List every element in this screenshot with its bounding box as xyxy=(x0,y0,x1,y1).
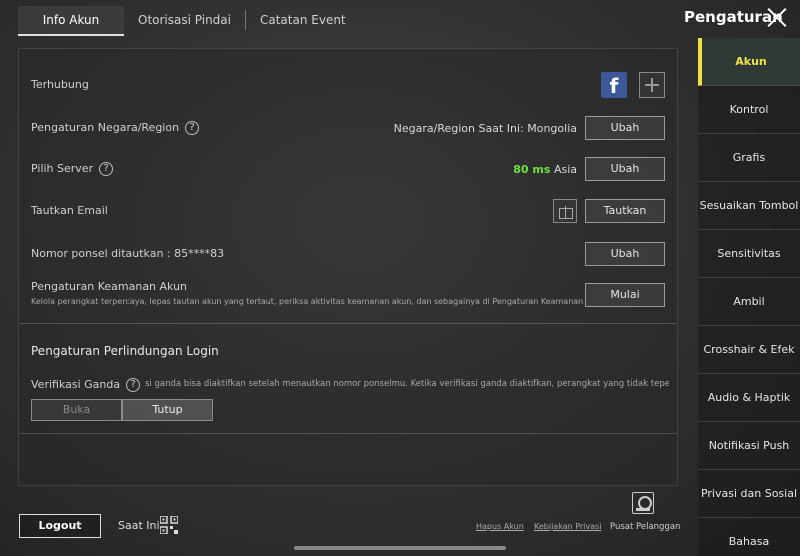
scan-label[interactable]: Saat Ini xyxy=(118,519,160,532)
qr-code-icon[interactable] xyxy=(160,516,178,534)
sidebar-item-sesuaikan-tombol[interactable]: Sesuaikan Tombol xyxy=(698,182,800,230)
close-icon[interactable] xyxy=(766,6,788,28)
tab-info-akun[interactable]: Info Akun xyxy=(18,6,124,36)
sidebar-item-crosshair[interactable]: Crosshair & Efek xyxy=(698,326,800,374)
sidebar-item-ambil[interactable]: Ambil xyxy=(698,278,800,326)
linked-label: Terhubung xyxy=(31,78,89,91)
server-row: Pilih Server? xyxy=(31,162,114,176)
add-link-icon[interactable] xyxy=(639,72,665,98)
security-label: Pengaturan Keamanan Akun xyxy=(31,280,188,293)
toggle-close-button[interactable]: Tutup xyxy=(122,399,213,421)
tab-otorisasi-pindai[interactable]: Otorisasi Pindai xyxy=(124,6,245,36)
security-description: Kelola perangkat terpercaya, lepas tauta… xyxy=(31,297,583,306)
sidebar-item-audio[interactable]: Audio & Haptik xyxy=(698,374,800,422)
support-label[interactable]: Pusat Pelanggan xyxy=(610,522,680,532)
email-label: Tautkan Email xyxy=(31,204,108,217)
tab-catatan-event[interactable]: Catatan Event xyxy=(246,6,360,36)
logout-button[interactable]: Logout xyxy=(19,514,101,538)
sidebar-item-grafis[interactable]: Grafis xyxy=(698,134,800,182)
toggle-open-button[interactable]: Buka xyxy=(31,399,122,421)
verification-label: Verifikasi Ganda xyxy=(31,378,121,391)
help-icon[interactable]: ? xyxy=(126,378,141,392)
delete-account-link[interactable]: Hapus Akun xyxy=(476,522,524,531)
region-change-button[interactable]: Ubah xyxy=(585,116,665,140)
server-name: Asia xyxy=(553,163,577,176)
phone-label: Nomor ponsel ditautkan : 85****83 xyxy=(31,247,225,260)
help-icon[interactable]: ? xyxy=(99,162,114,176)
sidebar-item-kontrol[interactable]: Kontrol xyxy=(698,86,800,134)
security-start-button[interactable]: Mulai xyxy=(585,283,665,307)
phone-change-button[interactable]: Ubah xyxy=(585,242,665,266)
home-indicator xyxy=(294,546,506,550)
settings-sidebar: Akun Kontrol Grafis Sesuaikan Tombol Sen… xyxy=(698,38,800,556)
region-value: Negara/Region Saat Ini: Mongolia xyxy=(393,122,577,135)
region-row: Pengaturan Negara/Region? xyxy=(31,121,200,135)
server-change-button[interactable]: Ubah xyxy=(585,157,665,181)
sidebar-item-privasi[interactable]: Privasi dan Sosial xyxy=(698,470,800,518)
divider xyxy=(19,323,677,324)
privacy-policy-link[interactable]: Kebijakan Privasi xyxy=(534,522,601,531)
divider xyxy=(19,433,677,434)
help-icon[interactable]: ? xyxy=(185,121,200,135)
account-panel: Terhubung f Pengaturan Negara/Region? Ne… xyxy=(18,48,678,486)
verification-description: si ganda bisa diaktifkan setelah menautk… xyxy=(145,379,669,389)
link-email-button[interactable]: Tautkan xyxy=(585,199,665,223)
sidebar-item-notifikasi[interactable]: Notifikasi Push xyxy=(698,422,800,470)
sidebar-item-akun[interactable]: Akun xyxy=(698,38,800,86)
gift-icon[interactable] xyxy=(553,199,577,223)
sidebar-item-bahasa[interactable]: Bahasa xyxy=(698,518,800,556)
verification-toggle: Buka Tutup xyxy=(31,399,213,421)
server-label: Pilih Server xyxy=(31,162,94,175)
facebook-icon[interactable]: f xyxy=(601,72,627,98)
top-tabs: Info Akun Otorisasi Pindai Catatan Event xyxy=(18,6,360,36)
login-protection-title: Pengaturan Perlindungan Login xyxy=(31,344,219,358)
verification-row: Verifikasi Ganda? xyxy=(31,378,141,392)
sidebar-item-sensitivitas[interactable]: Sensitivitas xyxy=(698,230,800,278)
ping-value: 80 ms xyxy=(513,163,551,176)
server-info: 80 ms Asia xyxy=(479,163,577,176)
support-icon[interactable] xyxy=(632,492,654,514)
region-label: Pengaturan Negara/Region xyxy=(31,121,180,134)
